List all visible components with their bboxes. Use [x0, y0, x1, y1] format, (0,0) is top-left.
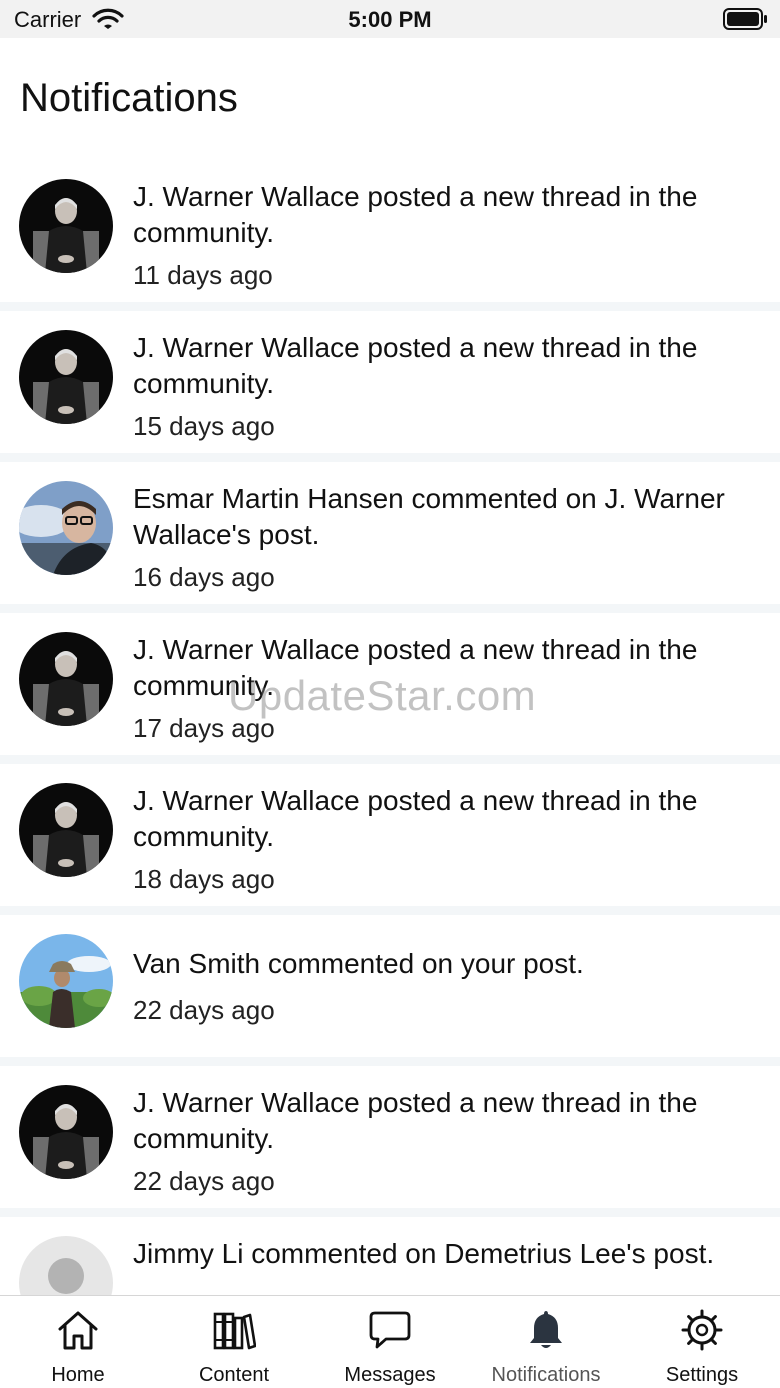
avatar[interactable] — [19, 330, 113, 424]
divider — [0, 453, 780, 462]
notification-time: 22 days ago — [133, 995, 275, 1025]
notification-time: 17 days ago — [133, 713, 275, 743]
notification-text: J. Warner Wallace posted a new thread in… — [133, 332, 698, 399]
notification-time: 18 days ago — [133, 864, 275, 894]
clock-time: 5:00 PM — [348, 7, 432, 32]
tab-label: Notifications — [491, 1364, 601, 1386]
notification-item[interactable]: J. Warner Wallace posted a new thread in… — [0, 1066, 780, 1208]
home-icon — [56, 1308, 100, 1352]
tab-home[interactable]: Home — [0, 1296, 156, 1388]
page-title: Notifications — [20, 76, 238, 120]
tab-notifications[interactable]: Notifications — [468, 1296, 624, 1388]
chat-bubble-icon — [368, 1308, 412, 1352]
notification-text: Van Smith commented on your post. — [133, 948, 584, 979]
notification-text: J. Warner Wallace posted a new thread in… — [133, 634, 698, 701]
avatar[interactable] — [19, 783, 113, 877]
notification-item[interactable]: Van Smith commented on your post. 22 day… — [0, 915, 780, 1057]
notification-item[interactable]: J. Warner Wallace posted a new thread in… — [0, 160, 780, 302]
avatar[interactable] — [19, 1085, 113, 1179]
notification-item[interactable]: Esmar Martin Hansen commented on J. Warn… — [0, 462, 780, 604]
avatar[interactable] — [19, 934, 113, 1028]
notification-time: 22 days ago — [133, 1166, 275, 1196]
avatar[interactable] — [19, 481, 113, 575]
bell-icon — [524, 1308, 568, 1352]
tab-label: Settings — [665, 1364, 739, 1386]
status-bar: Carrier 5:00 PM — [0, 0, 780, 38]
divider — [0, 1208, 780, 1217]
notification-item[interactable]: J. Warner Wallace posted a new thread in… — [0, 764, 780, 906]
notification-text: J. Warner Wallace posted a new thread in… — [133, 785, 698, 852]
tab-settings[interactable]: Settings — [624, 1296, 780, 1388]
divider — [0, 1057, 780, 1066]
tab-label: Content — [198, 1364, 270, 1386]
tab-label: Home — [51, 1364, 105, 1386]
notification-text: Jimmy Li commented on Demetrius Lee's po… — [133, 1238, 715, 1269]
notification-list: J. Warner Wallace posted a new thread in… — [0, 160, 780, 1359]
tab-messages[interactable]: Messages — [312, 1296, 468, 1388]
divider — [0, 302, 780, 311]
notification-item[interactable]: J. Warner Wallace posted a new thread in… — [0, 311, 780, 453]
notification-text: J. Warner Wallace posted a new thread in… — [133, 1087, 698, 1154]
divider — [0, 755, 780, 764]
notification-text: J. Warner Wallace posted a new thread in… — [133, 181, 698, 248]
tab-label: Messages — [344, 1364, 436, 1386]
avatar[interactable] — [19, 632, 113, 726]
tab-content[interactable]: Content — [156, 1296, 312, 1388]
notification-time: 16 days ago — [133, 562, 275, 592]
notification-time: 15 days ago — [133, 411, 275, 441]
divider — [0, 604, 780, 613]
notification-text: Esmar Martin Hansen commented on J. Warn… — [133, 483, 725, 550]
battery-icon — [723, 8, 769, 35]
gear-icon — [680, 1308, 724, 1352]
notification-item[interactable]: J. Warner Wallace posted a new thread in… — [0, 613, 780, 755]
avatar[interactable] — [19, 179, 113, 273]
books-icon — [212, 1308, 257, 1352]
notification-time: 11 days ago — [133, 260, 273, 290]
divider — [0, 906, 780, 915]
tab-bar: Home Content Messages Notifications Sett… — [0, 1295, 780, 1388]
